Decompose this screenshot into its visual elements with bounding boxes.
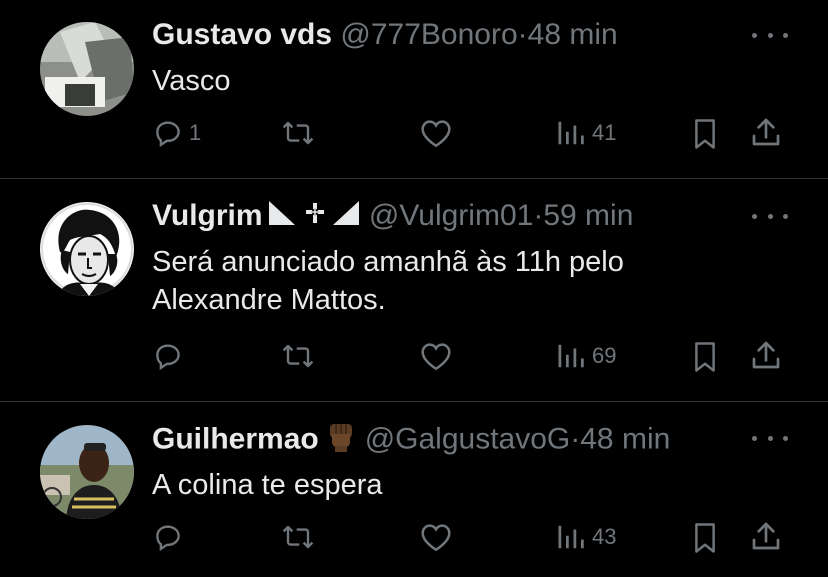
user-handle[interactable]: @777Bonoro <box>340 18 517 51</box>
view-count: 69 <box>592 343 617 368</box>
share-icon <box>752 118 780 146</box>
bookmark-icon <box>695 523 715 553</box>
bookmark-button[interactable] <box>690 522 720 554</box>
views-chart-icon <box>558 344 584 368</box>
view-count: 43 <box>592 524 617 549</box>
separator-dot: · <box>533 199 544 232</box>
display-name[interactable]: Gustavo vds <box>152 18 332 51</box>
retweet-button[interactable] <box>281 118 315 148</box>
tweet-header: Gustavo vds @777Bonoro·48 min <box>152 17 618 53</box>
retweet-icon <box>282 121 314 145</box>
bookmark-icon <box>695 342 715 372</box>
tweet-3[interactable]: Guilhermao @GalgustavoG·48 min A colina … <box>0 402 828 577</box>
reply-button[interactable] <box>153 522 189 552</box>
user-handle[interactable]: @GalgustavoG <box>365 422 571 455</box>
user-handle[interactable]: @Vulgrim01 <box>369 199 533 232</box>
bookmark-icon <box>695 119 715 149</box>
heart-icon <box>421 343 451 371</box>
tweet-text: A colina te espera <box>152 466 752 504</box>
retweet-icon <box>282 344 314 368</box>
tweet-header: Vulgrim @Vulgrim01·59 min <box>152 198 633 236</box>
vasco-flag-emoji <box>268 199 361 236</box>
bookmark-button[interactable] <box>690 118 720 150</box>
like-button[interactable] <box>420 118 452 148</box>
view-count: 41 <box>592 120 617 145</box>
retweet-button[interactable] <box>281 341 315 371</box>
views-button[interactable]: 43 <box>556 522 616 552</box>
timestamp[interactable]: 48 min <box>580 422 670 455</box>
reply-button[interactable]: 1 <box>153 118 201 148</box>
more-dots-icon[interactable] <box>752 428 788 448</box>
share-icon <box>752 522 780 550</box>
separator-dot: · <box>517 18 528 51</box>
share-button[interactable] <box>750 116 782 148</box>
timestamp[interactable]: 48 min <box>528 18 618 51</box>
share-icon <box>752 341 780 369</box>
timestamp[interactable]: 59 min <box>543 199 633 232</box>
tweet-text-line: Vasco <box>152 65 231 97</box>
more-dots-icon[interactable] <box>752 206 788 226</box>
more-dots-icon[interactable] <box>752 25 788 45</box>
tweet-header: Guilhermao @GalgustavoG·48 min <box>152 420 670 461</box>
like-button[interactable] <box>420 341 452 371</box>
heart-icon <box>421 120 451 148</box>
views-button[interactable]: 69 <box>556 341 616 371</box>
raised-fist-emoji <box>325 420 357 461</box>
retweet-icon <box>282 525 314 549</box>
reply-icon <box>156 344 180 371</box>
display-name[interactable]: Guilhermao <box>152 422 319 455</box>
tweet-text-line: Será anunciado amanhã às 11h pelo <box>152 246 624 278</box>
tweet-text: Será anunciado amanhã às 11h pelo Alexan… <box>152 243 752 319</box>
views-chart-icon <box>558 121 584 145</box>
reply-button[interactable] <box>153 341 189 371</box>
views-button[interactable]: 41 <box>556 118 616 148</box>
views-chart-icon <box>558 525 584 549</box>
reply-icon <box>156 121 180 148</box>
bookmark-button[interactable] <box>690 341 720 373</box>
reply-icon <box>156 525 180 552</box>
like-button[interactable] <box>420 522 452 552</box>
heart-icon <box>421 524 451 552</box>
reply-count: 1 <box>189 120 202 145</box>
tweet-text: Vasco <box>152 62 752 100</box>
share-button[interactable] <box>750 520 782 552</box>
tweet-text-line: Alexandre Mattos. <box>152 284 386 316</box>
tweet-text-line: A colina te espera <box>152 469 383 501</box>
separator-dot: · <box>570 422 581 456</box>
tweet-2[interactable]: Vulgrim @Vulgrim01·59 min Será anunciado… <box>0 179 828 401</box>
avatar[interactable] <box>40 202 134 296</box>
avatar[interactable] <box>40 22 134 116</box>
share-button[interactable] <box>750 339 782 371</box>
avatar[interactable] <box>40 425 134 519</box>
display-name[interactable]: Vulgrim <box>152 199 263 232</box>
tweet-1[interactable]: Gustavo vds @777Bonoro·48 min Vasco 1 41 <box>0 0 828 178</box>
retweet-button[interactable] <box>281 522 315 552</box>
